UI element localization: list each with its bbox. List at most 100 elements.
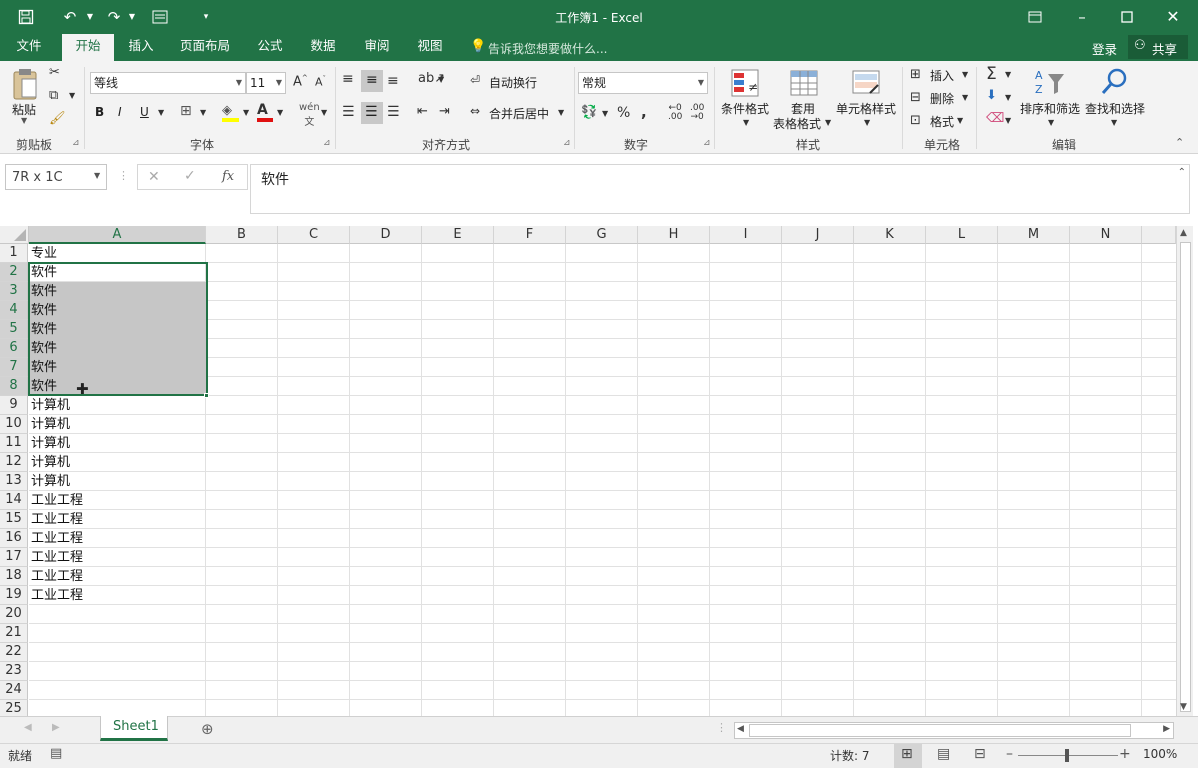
cell-a16[interactable]: 工业工程 <box>29 529 206 548</box>
format-painter-icon[interactable]: 🖌 <box>49 111 66 126</box>
align-center-icon[interactable]: ☰ <box>361 102 383 124</box>
border-icon[interactable]: ⊞ <box>180 103 192 119</box>
font-launcher-icon[interactable]: ⊿ <box>323 138 331 148</box>
fill-down-icon[interactable]: ⬇ <box>986 88 997 103</box>
insert-dropdown-icon[interactable]: ▼ <box>962 70 968 79</box>
column-header-b[interactable]: B <box>206 226 278 244</box>
cell-a12[interactable]: 计算机 <box>29 453 206 472</box>
scroll-up-icon[interactable]: ▲ <box>1180 228 1187 238</box>
font-name-select[interactable]: 等线 ▼ <box>90 72 246 94</box>
cell-a1[interactable]: 专业 <box>29 244 206 263</box>
fill-dropdown-icon[interactable]: ▼ <box>1005 93 1011 102</box>
comma-icon[interactable]: , <box>641 103 647 121</box>
find-dropdown-icon[interactable]: ▼ <box>1111 118 1117 127</box>
page-break-view-icon[interactable]: ⊟ <box>974 746 986 762</box>
formula-input[interactable]: 软件 ⌃ <box>250 164 1190 214</box>
macro-record-icon[interactable]: ▤ <box>50 746 62 761</box>
font-color-dropdown-icon[interactable]: ▼ <box>277 108 283 117</box>
number-format-select[interactable]: 常规 ▼ <box>578 72 708 94</box>
italic-button[interactable]: I <box>118 105 122 119</box>
conditional-format-icon[interactable]: ≠ <box>729 67 761 99</box>
cell-a9[interactable]: 计算机 <box>29 396 206 415</box>
row-header-21[interactable]: 21 <box>0 624 28 643</box>
column-header-g[interactable]: G <box>566 226 638 244</box>
autosum-dropdown-icon[interactable]: ▼ <box>1005 70 1011 79</box>
row-header-4[interactable]: 4 <box>0 301 28 320</box>
vertical-scroll-thumb[interactable] <box>1180 242 1191 712</box>
tab-review[interactable]: 审阅 <box>354 34 400 61</box>
cell-styles-dropdown-icon[interactable]: ▼ <box>864 118 870 127</box>
align-bottom-icon[interactable]: ≡ <box>387 73 399 89</box>
insert-cells-icon[interactable]: ⊞ <box>910 67 921 82</box>
scroll-left-icon[interactable]: ◀ <box>737 724 744 734</box>
column-header-j[interactable]: J <box>782 226 854 244</box>
merge-center-icon[interactable]: ⇔ <box>470 104 480 118</box>
table-format-icon[interactable] <box>788 67 820 99</box>
cell-styles-button[interactable]: 单元格样式 <box>836 100 896 117</box>
column-header-e[interactable]: E <box>422 226 494 244</box>
row-header-6[interactable]: 6 <box>0 339 28 358</box>
add-sheet-icon[interactable]: ⊕ <box>201 720 214 738</box>
tab-file[interactable]: 文件 <box>0 34 58 61</box>
row-header-15[interactable]: 15 <box>0 510 28 529</box>
clear-dropdown-icon[interactable]: ▼ <box>1005 116 1011 125</box>
sort-filter-icon[interactable]: AZ <box>1032 66 1066 98</box>
align-middle-icon[interactable]: ≡ <box>361 70 383 92</box>
fill-dropdown-icon[interactable]: ▼ <box>243 108 249 117</box>
sort-dropdown-icon[interactable]: ▼ <box>1048 118 1054 127</box>
delete-cells-icon[interactable]: ⊟ <box>910 90 921 105</box>
align-right-icon[interactable]: ☰ <box>387 104 400 120</box>
delete-cells-button[interactable]: 删除 <box>930 90 954 107</box>
conditional-dropdown-icon[interactable]: ▼ <box>743 118 749 127</box>
decrease-font-icon[interactable]: Aˇ <box>315 75 326 89</box>
alignment-launcher-icon[interactable]: ⊿ <box>563 138 571 148</box>
row-header-12[interactable]: 12 <box>0 453 28 472</box>
tab-home[interactable]: 开始 <box>62 34 114 61</box>
underline-dropdown-icon[interactable]: ▼ <box>158 108 164 117</box>
page-layout-view-icon[interactable]: ▤ <box>937 746 950 762</box>
column-header-i[interactable]: I <box>710 226 782 244</box>
fill-handle[interactable] <box>204 393 209 398</box>
ribbon-display-icon[interactable] <box>1023 6 1047 28</box>
zoom-in-icon[interactable]: + <box>1119 746 1131 762</box>
enter-icon[interactable]: ✓ <box>184 168 196 184</box>
tab-view[interactable]: 视图 <box>408 34 452 61</box>
table-format-dropdown-icon[interactable]: ▼ <box>825 118 831 127</box>
share-button[interactable]: ⚇ 共享 <box>1128 35 1188 59</box>
bold-button[interactable]: B <box>95 105 104 119</box>
minimize-icon[interactable]: – <box>1070 6 1094 28</box>
row-header-13[interactable]: 13 <box>0 472 28 491</box>
phonetic-icon[interactable]: wén 文 <box>299 102 320 128</box>
cell-a19[interactable]: 工业工程 <box>29 586 206 605</box>
font-color-icon[interactable]: A <box>257 102 275 124</box>
column-header-a[interactable]: A <box>29 226 206 244</box>
horizontal-scrollbar[interactable]: ◀ ▶ <box>734 722 1174 739</box>
currency-icon[interactable]: 💱 <box>581 105 597 120</box>
autosum-icon[interactable]: Σ <box>986 64 997 84</box>
cell-a13[interactable]: 计算机 <box>29 472 206 491</box>
column-header-d[interactable]: D <box>350 226 422 244</box>
format-cells-icon[interactable]: ⊡ <box>910 113 921 128</box>
chevron-down-icon[interactable]: ▼ <box>94 171 100 180</box>
row-header-9[interactable]: 9 <box>0 396 28 415</box>
column-header-f[interactable]: F <box>494 226 566 244</box>
tab-insert[interactable]: 插入 <box>118 34 164 61</box>
row-header-10[interactable]: 10 <box>0 415 28 434</box>
tell-me-input[interactable]: 告诉我您想要做什么... <box>488 40 607 57</box>
cell-a17[interactable]: 工业工程 <box>29 548 206 567</box>
currency-dropdown-icon[interactable]: ▼ <box>602 109 608 118</box>
fill-color-icon[interactable]: ◈ <box>222 103 240 123</box>
cell-a14[interactable]: 工业工程 <box>29 491 206 510</box>
percent-icon[interactable]: % <box>617 105 630 121</box>
row-header-5[interactable]: 5 <box>0 320 28 339</box>
column-header-h[interactable]: H <box>638 226 710 244</box>
merge-center-button[interactable]: 合并后居中 <box>489 105 549 122</box>
row-header-17[interactable]: 17 <box>0 548 28 567</box>
align-top-icon[interactable]: ≡ <box>342 71 354 87</box>
conditional-format-button[interactable]: 条件格式 <box>721 100 769 117</box>
horizontal-scroll-thumb[interactable] <box>749 724 1131 737</box>
prev-sheet-icon[interactable]: ◀ <box>24 722 32 733</box>
clear-icon[interactable]: ⌫ <box>986 111 1004 126</box>
maximize-icon[interactable] <box>1115 6 1139 28</box>
row-header-23[interactable]: 23 <box>0 662 28 681</box>
